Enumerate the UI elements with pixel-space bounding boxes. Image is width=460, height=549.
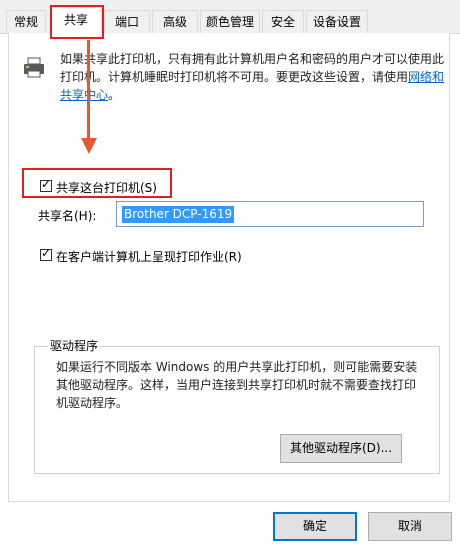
tab-general[interactable]: 常规 (6, 10, 46, 33)
drivers-group-title: 驱动程序 (48, 337, 101, 354)
share-name-input[interactable]: Brother DCP-1619 (116, 201, 424, 227)
printer-icon (24, 57, 44, 78)
share-name-label: 共享名(H): (38, 209, 97, 223)
tab-advanced[interactable]: 高级 (152, 10, 198, 33)
render-jobs-label: 在客户端计算机上呈现打印作业(R) (56, 250, 242, 264)
annotation-arrow-head (81, 138, 97, 154)
sharing-description: 如果共享此打印机，只有拥有此计算机用户名和密码的用户才可以使用此打印机。计算机睡… (60, 52, 445, 102)
share-name-value: Brother DCP-1619 (122, 206, 235, 223)
drivers-description: 如果运行不同版本 Windows 的用户共享此打印机，则可能需要安装其他驱动程序… (56, 360, 418, 410)
check-icon: ✓ (41, 246, 52, 260)
render-jobs-checkbox[interactable]: ✓ (40, 246, 52, 261)
tab-ports[interactable]: 端口 (104, 10, 150, 33)
tab-device-settings[interactable]: 设备设置 (306, 10, 368, 33)
tab-color-management[interactable]: 颜色管理 (200, 10, 260, 33)
tab-security[interactable]: 安全 (262, 10, 304, 33)
annotation-arrow-line (87, 40, 90, 140)
share-printer-highlight (22, 168, 172, 198)
additional-drivers-button[interactable]: 其他驱动程序(D)... (280, 434, 402, 463)
sharing-tab-highlight (50, 5, 104, 39)
ok-button[interactable]: 确定 (273, 512, 357, 541)
cancel-button[interactable]: 取消 (368, 512, 452, 541)
